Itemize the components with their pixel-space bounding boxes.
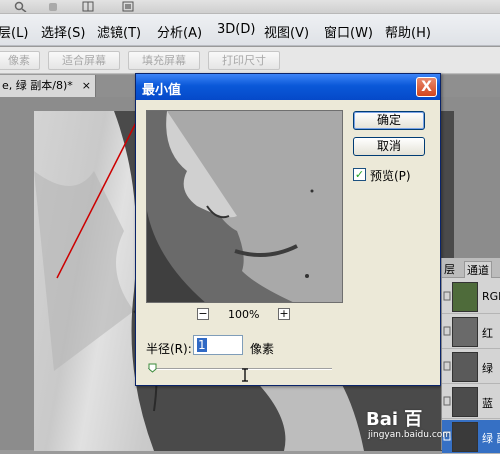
radius-value: 1 xyxy=(197,338,207,352)
channel-label: 蓝 xyxy=(482,397,493,410)
preview-checkbox[interactable]: ✓ xyxy=(353,168,366,181)
channel-row-rgb[interactable]: RGB xyxy=(442,280,500,314)
tab-layers[interactable]: 层 xyxy=(442,261,457,278)
text-cursor-icon xyxy=(242,368,248,382)
channel-thumbnail xyxy=(452,352,478,382)
channel-label: 红 xyxy=(482,327,493,340)
eye-icon[interactable] xyxy=(443,325,451,337)
zoom-in-button[interactable]: + xyxy=(278,308,290,320)
dialog-title: 最小值 xyxy=(142,83,182,98)
zoom-controls: − 100% + xyxy=(194,308,294,322)
radius-unit-label: 像素 xyxy=(250,342,275,356)
dialog-titlebar[interactable]: 最小值 X xyxy=(136,74,440,100)
radius-input[interactable]: 1 xyxy=(193,335,243,355)
channel-row-red[interactable]: 红 xyxy=(442,315,500,349)
ok-button[interactable]: 确定 xyxy=(353,111,425,130)
zoom-value: 100% xyxy=(228,308,260,321)
close-button[interactable]: X xyxy=(416,77,437,97)
minimum-filter-dialog: 最小值 X 确定 取消 ✓ 预览(P) − 100% + 半径(R): 1 像素 xyxy=(135,73,441,386)
channel-label: 绿 xyxy=(482,362,493,375)
preview-label: 预览(P) xyxy=(370,169,411,183)
eye-icon[interactable] xyxy=(443,360,451,372)
channel-thumbnail xyxy=(452,422,478,452)
channel-row-green-copy[interactable]: 绿 副 xyxy=(442,420,500,454)
radius-label: 半径(R): xyxy=(146,342,192,356)
channel-thumbnail xyxy=(452,387,478,417)
tab-channels[interactable]: 通道 xyxy=(464,261,492,278)
channel-thumbnail xyxy=(452,282,478,312)
channels-panel: 层 通道 RGB 红 绿 蓝 绿 副 xyxy=(441,258,500,454)
channel-row-blue[interactable]: 蓝 xyxy=(442,385,500,419)
channel-row-green[interactable]: 绿 xyxy=(442,350,500,384)
channel-label: RGB xyxy=(482,290,500,303)
cancel-button[interactable]: 取消 xyxy=(353,137,425,156)
radius-slider-thumb[interactable] xyxy=(148,363,157,373)
preview-face-image xyxy=(147,111,342,302)
channel-thumbnail xyxy=(452,317,478,347)
filter-preview[interactable] xyxy=(146,110,343,303)
eye-icon[interactable] xyxy=(443,290,451,302)
channel-label: 绿 副 xyxy=(482,432,500,445)
zoom-out-button[interactable]: − xyxy=(197,308,209,320)
panel-tabs: 层 通道 xyxy=(442,258,500,278)
eye-icon[interactable] xyxy=(443,430,451,442)
eye-icon[interactable] xyxy=(443,395,451,407)
